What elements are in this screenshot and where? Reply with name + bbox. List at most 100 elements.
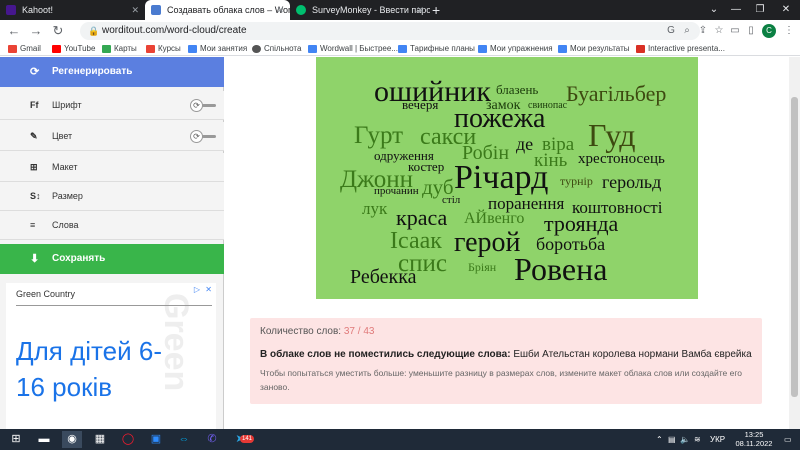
calculator-icon[interactable]: ▦ [90,431,110,448]
opera-icon[interactable]: ◯ [118,431,138,448]
bookmark-label: Тарифные планы [410,44,475,53]
extensions-icon[interactable]: ▭ [728,24,742,38]
address-bar[interactable]: 🔒 worditout.com/word-cloud/create [80,22,700,40]
cloud-word: Бріян [468,260,497,274]
reload-icon[interactable]: ↻ [50,23,66,39]
bookmark-gmail[interactable]: Gmail [8,42,41,56]
bookmark-label: Мои занятия [200,44,248,53]
bookmark-star-icon[interactable]: ☆ [712,24,726,38]
search-icon[interactable]: ⌕ [680,24,694,38]
cloud-word: де [516,134,534,154]
back-icon[interactable]: ← [6,23,22,39]
page-scrollbar[interactable] [789,57,800,429]
bookmark-youtube[interactable]: YouTube [52,42,95,56]
color-randomize-toggle[interactable]: ⟳ [190,130,216,143]
plans-icon [398,45,407,53]
close-icon[interactable]: ✕ [416,0,424,20]
cloud-word: герольд [602,172,662,192]
bookmark-label: Курсы [158,44,181,53]
windows-start-icon[interactable]: ⊞ [6,431,26,448]
cloud-word: лук [362,199,388,218]
bookmark-community[interactable]: Спільнота [252,42,301,56]
tab-kahoot[interactable]: Kahoot! ✕ [0,0,145,20]
bookmark-my-results[interactable]: Мои результаты [558,42,630,56]
sidebar-item-size[interactable]: S↕ Размер [0,182,224,211]
cloud-word: АЙвенго [464,210,525,227]
cloud-word: Ребекка [350,266,417,288]
notifications-icon[interactable]: ▭ [784,429,792,450]
viber-icon[interactable]: ✆ [202,431,222,448]
gmail-icon [8,45,17,53]
bookmark-interactive[interactable]: Interactive presenta... [636,42,725,56]
tab-wordcloud[interactable]: Создавать облака слов – WordI ✕ [145,0,290,20]
windows-taskbar: ⊞ ▬ ◉ ▦ ◯ ▣ ⇔ ✆ ➤ 141 ⌃ ▤ 🔈 ≋ УКР 13:25 … [0,429,800,450]
url-text: worditout.com/word-cloud/create [102,25,247,36]
google-translate-icon[interactable]: G [664,24,678,38]
lessons-icon [188,45,197,53]
sidebar: ⟳ Регенерировать Ff Шрифт ⟳ ✎ Цвет ⟳ ⊞ М… [0,57,224,429]
bookmark-label: Interactive presenta... [648,44,725,53]
cloud-word: Гуд [588,117,636,153]
results-icon [558,45,567,53]
zoom-icon[interactable]: ▣ [146,431,166,448]
clock-time: 13:25 [744,430,764,439]
surveymonkey-icon [296,5,306,15]
bookmark-maps[interactable]: Карты [102,42,137,56]
sidebar-item-layout[interactable]: ⊞ Макет [0,153,224,182]
missing-words-label: В облаке слов не поместились следующие с… [260,349,511,360]
word-count: Количество слов: 37 / 43 [260,326,374,337]
bookmark-my-lessons[interactable]: Мои занятия [188,42,247,56]
word-count-value: 37 / 43 [343,326,375,337]
size-icon: S↕ [30,191,41,201]
profile-avatar[interactable]: C [762,24,776,38]
sidebar-item-words[interactable]: ≡ Слова [0,211,224,240]
network-icon[interactable]: ▤ [668,429,676,450]
color-brush-icon: ✎ [30,131,38,141]
bookmark-label: YouTube [64,44,96,53]
presentation-icon [636,45,645,53]
bookmark-courses[interactable]: Курсы [146,42,181,56]
regenerate-button[interactable]: ⟳ Регенерировать [0,57,224,87]
sidebar-item-color[interactable]: ✎ Цвет ⟳ [0,122,224,151]
sidebar-item-font[interactable]: Ff Шрифт ⟳ [0,91,224,120]
close-icon[interactable]: ✕ [276,0,284,20]
font-icon: Ff [30,100,39,110]
bookmark-wordwall[interactable]: Wordwall | Быстрее... [308,42,398,56]
cloud-word: троянда [544,211,619,236]
youtube-icon [52,45,61,53]
share-icon[interactable]: ⇪ [696,24,710,38]
tab-title: Kahoot! [22,5,54,15]
file-explorer-icon[interactable]: ▬ [34,431,54,448]
save-button[interactable]: ⬇ Сохранять [0,244,224,274]
wifi-icon[interactable]: ≋ [694,429,701,450]
font-randomize-toggle[interactable]: ⟳ [190,99,216,112]
menu-icon[interactable]: ⋮ [782,24,796,38]
new-tab-button[interactable]: + [432,0,440,20]
bookmark-label: Wordwall | Быстрее... [320,44,398,53]
ad-divider [16,305,212,306]
regenerate-label: Регенерировать [52,66,133,77]
tray-chevron-icon[interactable]: ⌃ [656,429,663,450]
close-icon[interactable]: ✕ [131,0,139,20]
download-icon: ⬇ [30,253,40,265]
clock[interactable]: 13:25 08.11.2022 [732,430,776,448]
bookmark-plans[interactable]: Тарифные планы [398,42,475,56]
wordwall-icon [308,45,317,53]
language-indicator[interactable]: УКР [710,429,725,450]
ad-close-icon[interactable]: ✕ [205,285,212,294]
bookmark-label: Мои упражнения [490,44,553,53]
scrollbar-thumb[interactable] [791,97,798,397]
close-window-button[interactable]: ✕ [772,0,800,20]
sidepanel-icon[interactable]: ▯ [744,24,758,38]
advertisement[interactable]: ▷ ✕ Green Green Country Для дітей 6-16 р… [6,283,216,429]
teamviewer-icon[interactable]: ⇔ [174,431,194,448]
toggle-track [202,135,216,138]
tab-surveymonkey[interactable]: SurveyMonkey - Ввести пароль ✕ [290,0,430,20]
ad-brand: Green Country [16,289,76,299]
maximize-button[interactable]: ❐ [746,0,774,20]
chrome-icon[interactable]: ◉ [62,431,82,448]
volume-icon[interactable]: 🔈 [680,429,690,450]
courses-icon [146,45,155,53]
bookmark-my-exercises[interactable]: Мои упражнения [478,42,553,56]
forward-icon[interactable]: → [28,23,44,39]
